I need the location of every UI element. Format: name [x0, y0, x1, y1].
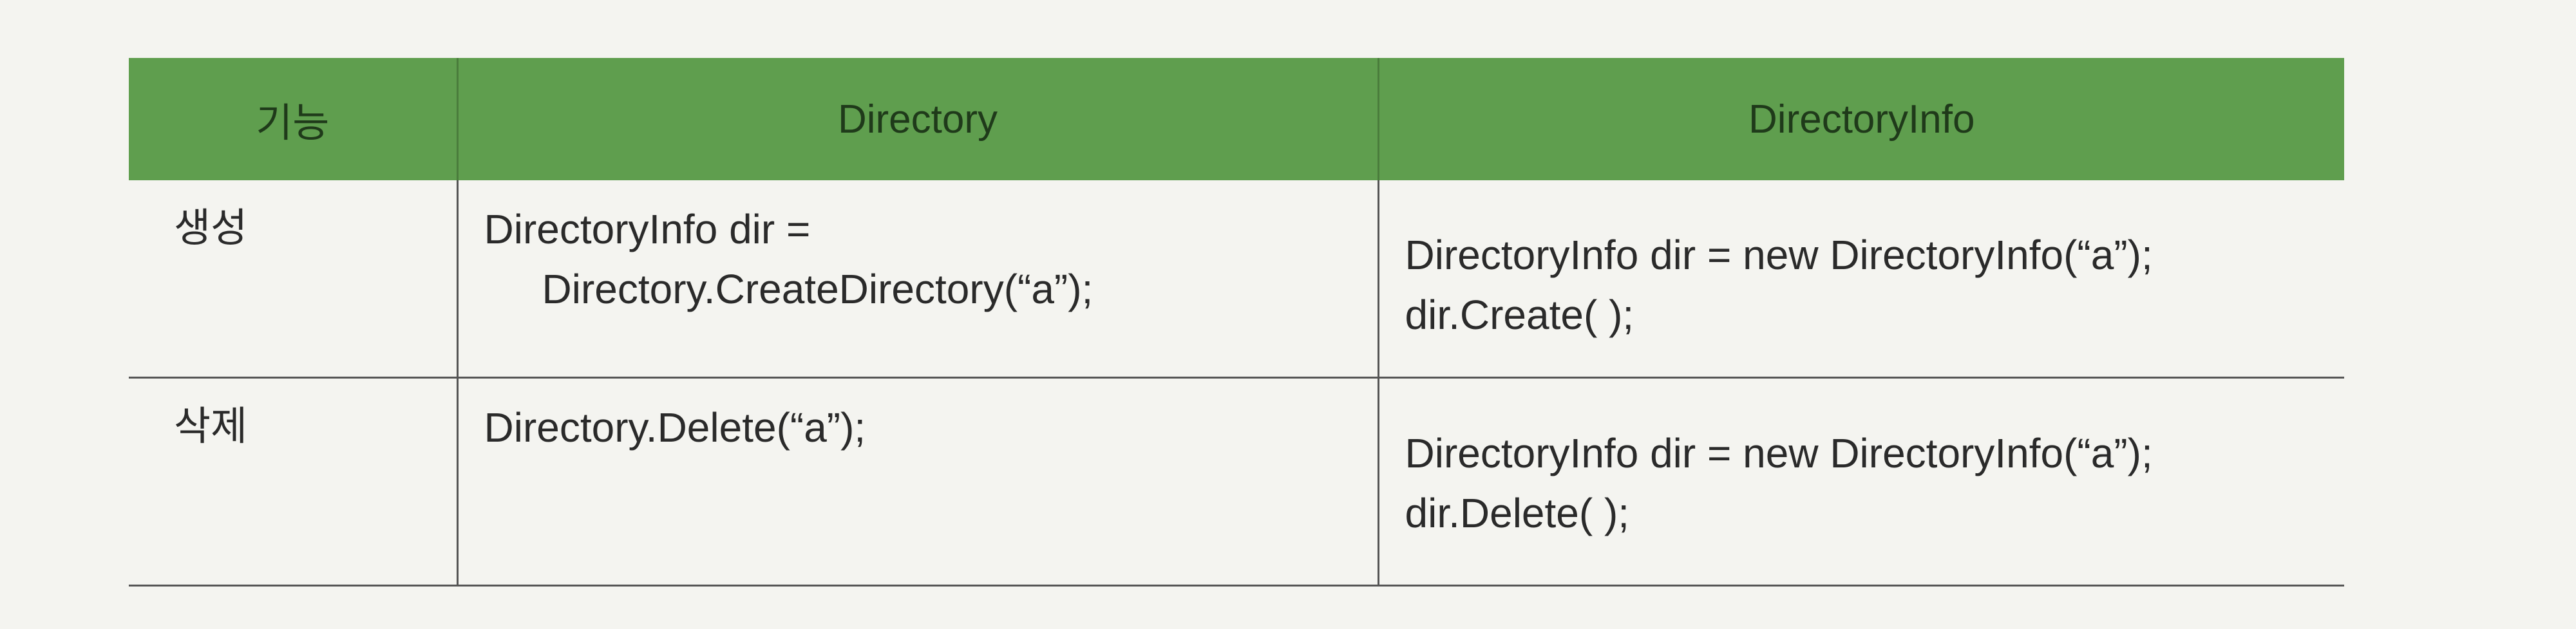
table-body: 생성 DirectoryInfo dir = Directory.CreateD…	[129, 180, 2344, 587]
table-header: 기능 Directory DirectoryInfo	[129, 58, 2344, 180]
code-line: DirectoryInfo dir = new DirectoryInfo(“a…	[1405, 430, 2153, 476]
header-function: 기능	[129, 58, 459, 180]
header-row: 기능 Directory DirectoryInfo	[129, 58, 2344, 180]
table-row-create: 생성 DirectoryInfo dir = Directory.CreateD…	[129, 180, 2344, 379]
code-line: dir.Delete( );	[1405, 489, 1630, 536]
cell-function-delete: 삭제	[129, 377, 459, 587]
header-directory: Directory	[457, 58, 1379, 180]
cell-directory-info-create: DirectoryInfo dir = new DirectoryInfo(“a…	[1378, 180, 2344, 379]
cell-directory-delete: Directory.Delete(“a”);	[457, 377, 1379, 587]
table-row-delete: 삭제 Directory.Delete(“a”); DirectoryInfo …	[129, 377, 2344, 587]
comparison-table-container: 기능 Directory DirectoryInfo 생성 DirectoryI…	[129, 58, 2344, 587]
header-directory-info: DirectoryInfo	[1378, 58, 2344, 180]
code-line: Directory.CreateDirectory(“a”);	[542, 265, 1094, 312]
cell-directory-create: DirectoryInfo dir = Directory.CreateDire…	[457, 180, 1379, 379]
code-line: DirectoryInfo dir = new DirectoryInfo(“a…	[1405, 232, 2153, 278]
code-line: dir.Create( );	[1405, 291, 1634, 338]
cell-directory-info-delete: DirectoryInfo dir = new DirectoryInfo(“a…	[1378, 377, 2344, 587]
directory-comparison-table: 기능 Directory DirectoryInfo 생성 DirectoryI…	[129, 58, 2344, 587]
code-line: Directory.Delete(“a”);	[484, 404, 866, 451]
code-line: DirectoryInfo dir =	[484, 206, 811, 252]
cell-function-create: 생성	[129, 180, 459, 379]
